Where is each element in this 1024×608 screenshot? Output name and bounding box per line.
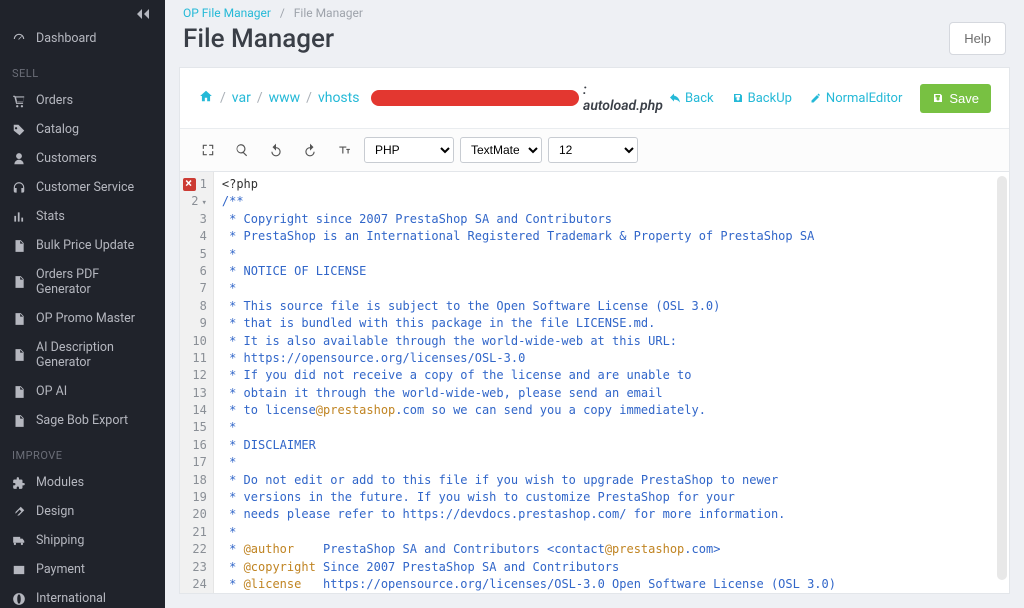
scrollbar[interactable] [997,176,1007,580]
sidebar-item-sage-bob-export[interactable]: Sage Bob Export [0,406,165,435]
card-icon [12,563,26,577]
code-editor[interactable]: 1234567891011121314151617181920212223242… [180,172,1009,593]
sidebar-item-dashboard[interactable]: Dashboard [0,24,165,53]
line-gutter: 1234567891011121314151617181920212223242… [180,172,214,593]
sidebar-item-international[interactable]: International [0,584,165,608]
page-icon [12,348,26,362]
sidebar-group-header: SELL [0,53,165,86]
main-content: OP File Manager / File Manager File Mana… [165,0,1024,608]
breadcrumb: OP File Manager / File Manager [165,0,1024,22]
sidebar-item-customers[interactable]: Customers [0,144,165,173]
puzzle-icon [12,476,26,490]
sidebar-item-label: International [36,591,106,606]
sidebar-item-shipping[interactable]: Shipping [0,526,165,555]
path-segment[interactable]: www [269,90,301,106]
sidebar-item-label: Bulk Price Update [36,238,134,253]
sidebar-item-label: Stats [36,209,65,224]
sidebar: Dashboard SELL Orders Catalog Customers Cust… [0,0,165,608]
headset-icon [12,181,26,195]
sidebar-item-label: OP AI [36,384,67,399]
gauge-icon [12,32,26,46]
undo-icon[interactable] [262,137,290,163]
bars-icon [12,210,26,224]
save-button[interactable]: Save [920,84,991,113]
floppy-icon [932,92,944,104]
sidebar-item-label: AI Description Generator [36,340,153,370]
sidebar-item-label: OP Promo Master [36,311,135,326]
normal-editor-link[interactable]: NormalEditor [810,91,902,106]
sidebar-item-label: Sage Bob Export [36,413,128,428]
sidebar-group-header: IMPROVE [0,435,165,468]
globe-icon [12,592,26,606]
sidebar-item-stats[interactable]: Stats [0,202,165,231]
current-file: : autoload.php [583,82,669,114]
sidebar-item-catalog[interactable]: Catalog [0,115,165,144]
sidebar-item-op-promo-master[interactable]: OP Promo Master [0,304,165,333]
sidebar-item-orders[interactable]: Orders [0,86,165,115]
backup-link[interactable]: BackUp [732,91,792,106]
sidebar-item-label: Shipping [36,533,84,548]
page-icon [12,312,26,326]
cart-icon [12,94,26,108]
sidebar-item-label: Orders PDF Generator [36,267,153,297]
back-link[interactable]: Back [669,91,714,106]
search-icon[interactable] [228,137,256,163]
page-icon [12,414,26,428]
help-button[interactable]: Help [949,22,1006,55]
truck-icon [12,534,26,548]
language-select[interactable]: PHP [364,137,454,163]
redo-icon[interactable] [296,137,324,163]
sidebar-item-payment[interactable]: Payment [0,555,165,584]
breadcrumb-current: File Manager [294,6,363,20]
sidebar-item-label: Orders [36,93,73,108]
page-icon [12,385,26,399]
sidebar-item-customer-service[interactable]: Customer Service [0,173,165,202]
sidebar-item-label: Payment [36,562,85,577]
home-icon[interactable] [198,89,214,107]
page-icon [12,239,26,253]
sidebar-item-op-ai[interactable]: OP AI [0,377,165,406]
breadcrumb-parent[interactable]: OP File Manager [183,6,271,20]
sidebar-item-ai-description-generator[interactable]: AI Description Generator [0,333,165,377]
reply-icon [669,92,681,104]
page-title: File Manager [183,24,334,54]
expand-icon[interactable] [194,137,222,163]
fontsize-select[interactable]: 12 [548,137,638,163]
pencil-icon [810,92,822,104]
sidebar-item-bulk-price-update[interactable]: Bulk Price Update [0,231,165,260]
sidebar-item-label: Customer Service [36,180,134,195]
user-icon [12,152,26,166]
sidebar-item-design[interactable]: Design [0,497,165,526]
tag-icon [12,123,26,137]
page-icon [12,275,26,289]
sidebar-item-label: Modules [36,475,84,490]
path-segment[interactable]: var [232,90,251,106]
collapse-sidebar-button[interactable] [0,0,165,24]
floppy-icon [732,92,744,104]
theme-select[interactable]: TextMate [460,137,542,163]
sidebar-item-label: Dashboard [36,31,96,46]
chevrons-left-icon [135,8,151,20]
text-size-icon[interactable] [330,137,358,163]
brush-icon [12,505,26,519]
path-segment[interactable]: vhosts [318,90,360,106]
sidebar-item-label: Customers [36,151,97,166]
sidebar-item-modules[interactable]: Modules [0,468,165,497]
sidebar-item-orders-pdf-generator[interactable]: Orders PDF Generator [0,260,165,304]
redacted-host [371,90,579,106]
code-area[interactable]: <?php/** * Copyright since 2007 PrestaSh… [214,172,844,593]
path-bar: /var/www/vhosts : autoload.php Back Back… [180,68,1009,129]
editor-panel: /var/www/vhosts : autoload.php Back Back… [179,67,1010,594]
sidebar-item-label: Design [36,504,74,519]
sidebar-item-label: Catalog [36,122,79,137]
editor-toolbar: PHP TextMate 12 [180,129,1009,172]
